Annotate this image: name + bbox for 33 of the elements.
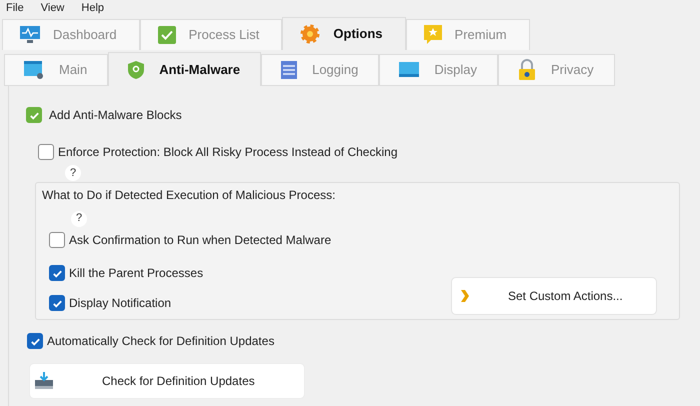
checkbox[interactable] — [49, 265, 65, 281]
checkbox-label: Automatically Check for Definition Updates — [47, 333, 274, 350]
checkbox[interactable] — [26, 107, 42, 123]
checkbox-label: Ask Confirmation to Run when Detected Malware — [69, 232, 332, 249]
shield-icon — [127, 60, 146, 80]
checkbox[interactable] — [27, 333, 43, 350]
star-badge-icon — [422, 24, 443, 46]
window-settings-icon — [23, 60, 45, 80]
chevron-icon — [460, 288, 470, 302]
padlock-icon — [517, 59, 537, 81]
menu-item[interactable]: Help — [81, 0, 104, 17]
tab[interactable]: Options — [282, 17, 406, 50]
display-icon — [398, 61, 420, 79]
checkbox-label: Add Anti-Malware Blocks — [49, 107, 182, 124]
monitor-icon — [19, 25, 41, 45]
document-list-icon — [280, 60, 298, 80]
tab[interactable]: Anti-Malware — [108, 52, 262, 86]
checkbox[interactable] — [38, 144, 54, 160]
custom-actions-button[interactable]: Set Custom Actions... — [451, 276, 657, 314]
help-button[interactable]: ? — [65, 165, 81, 182]
checkmark-icon — [156, 25, 177, 45]
checkbox[interactable] — [49, 295, 65, 311]
help-button[interactable]: ? — [71, 210, 87, 226]
checkbox-label: Kill the Parent Processes — [69, 265, 204, 282]
checkbox-label: Enforce Protection: Block All Risky Process Instead of Checking — [58, 144, 398, 161]
menu-item[interactable]: File — [6, 0, 24, 17]
group-title: What to Do if Detected Execution of Malicious Process: — [42, 187, 336, 202]
checkbox[interactable] — [49, 232, 65, 248]
gear-icon — [299, 23, 322, 45]
download-tray-icon — [34, 371, 54, 392]
menu-item[interactable]: View — [40, 0, 64, 17]
checkbox-label: Display Notification — [69, 295, 172, 312]
check-updates-button[interactable]: Check for Definition Updates — [29, 363, 305, 400]
